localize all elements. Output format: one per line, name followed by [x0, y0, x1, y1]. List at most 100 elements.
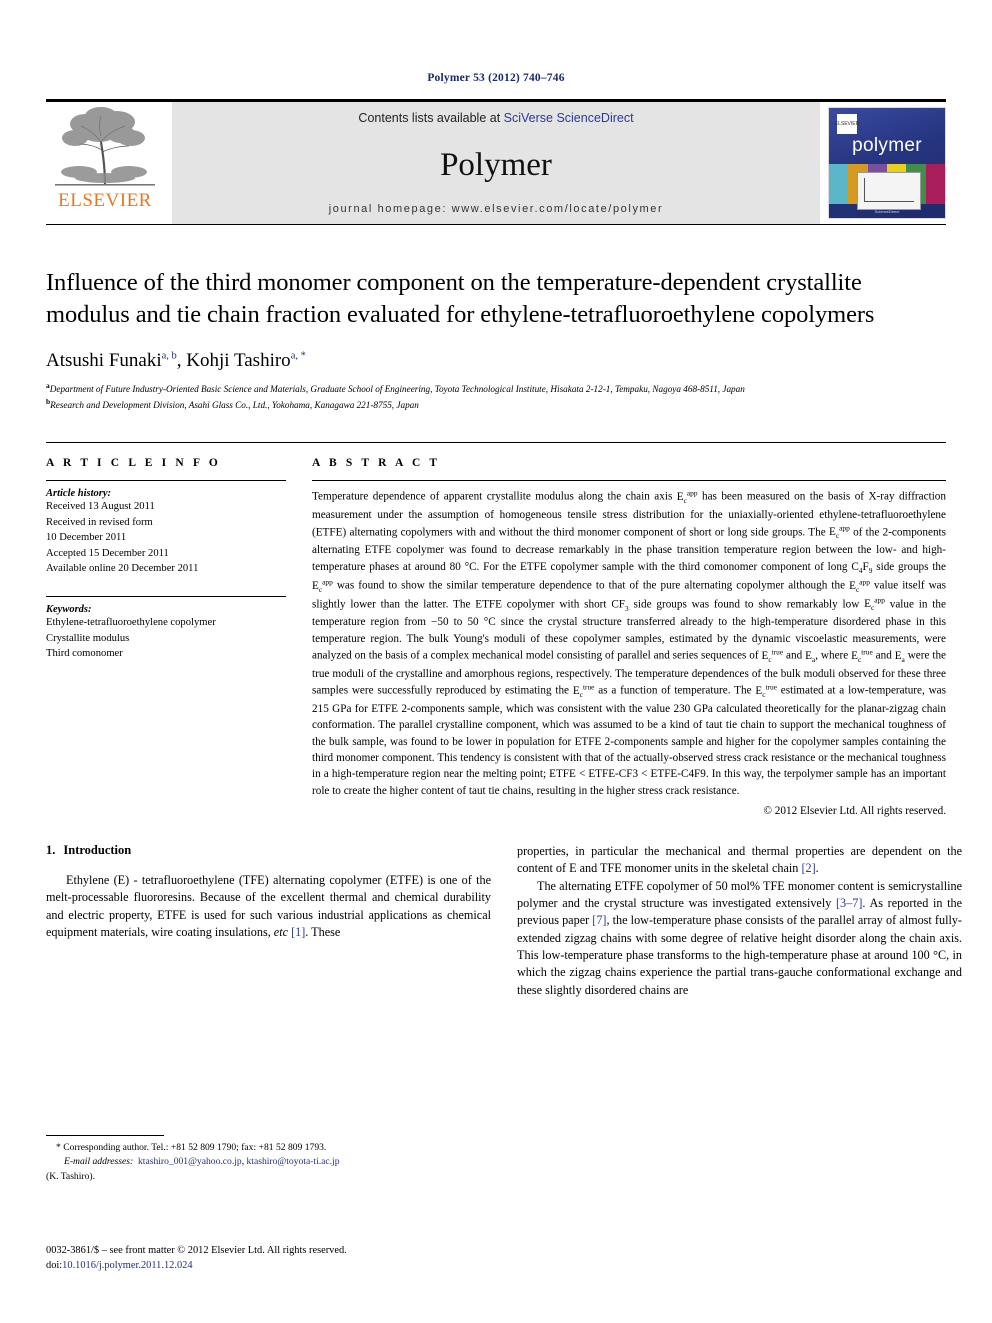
author-affil-mark: a, *	[290, 350, 306, 362]
author-affil-mark: a, b	[161, 350, 177, 362]
abstract-part: side groups was found to show remarkably…	[628, 598, 865, 611]
abstract-part: side groups the	[872, 560, 946, 573]
symbol-ec-true: Ectrue	[572, 682, 595, 700]
paragraph-text: .	[815, 861, 819, 876]
abstract-copyright: © 2012 Elsevier Ltd. All rights reserved…	[763, 804, 947, 817]
abstract-part: and	[872, 649, 895, 662]
cover-footer-text: ScienceDirect	[874, 209, 900, 214]
elsevier-wordmark: ELSEVIER	[58, 190, 152, 211]
journal-homepage-link[interactable]: journal homepage: www.elsevier.com/locat…	[172, 203, 820, 215]
body-column-right: properties, in particular the mechanical…	[517, 843, 962, 999]
symbol-ea: Ea	[894, 649, 905, 664]
issn-footer: 0032-3861/$ – see front matter © 2012 El…	[46, 1243, 506, 1273]
symbol-ec-app: Ecapp	[828, 523, 850, 541]
citation-link[interactable]: [1]	[291, 925, 305, 939]
author-list: Atsushi Funakia, b, Kohji Tashiroa, *	[46, 349, 306, 371]
paragraph: The alternating ETFE copolymer of 50 mol…	[517, 878, 962, 999]
title-block: Influence of the third monomer component…	[46, 267, 946, 412]
article-info-column: A R T I C L E I N F O Article history: R…	[46, 457, 286, 817]
article-history-list: Received 13 August 2011 Received in revi…	[46, 499, 286, 576]
history-item: Available online 20 December 2011	[46, 562, 199, 574]
cover-strip-cell	[829, 164, 849, 204]
divider	[46, 480, 286, 482]
page-title: Influence of the third monomer component…	[46, 269, 875, 329]
email-label: E-mail addresses:	[64, 1156, 134, 1168]
abstract-part: as a function of temperature. The	[594, 684, 756, 697]
symbol-ec-app: Ecapp	[864, 595, 885, 613]
keywords-block: Keywords: Ethylene-tetrafluoroethylene c…	[46, 604, 286, 661]
doi-line: doi:10.1016/j.polymer.2011.12.024	[46, 1258, 506, 1273]
divider	[46, 596, 286, 598]
cover-publisher-badge: ELSEVIER	[835, 114, 859, 134]
footnote-divider	[46, 1135, 164, 1136]
cover-journal-title: polymer	[852, 135, 922, 156]
abstract-part: and	[783, 649, 806, 662]
article-info-heading: A R T I C L E I N F O	[46, 457, 221, 470]
cover-inset-chart	[857, 172, 921, 210]
email-link-primary[interactable]: ktashiro_001@yahoo.co.jp	[138, 1156, 242, 1167]
journal-cover-thumbnail: ELSEVIER polymer ScienceDirect	[828, 107, 946, 219]
keyword-item: Ethylene-tetrafluoroethylene copolymer	[46, 617, 216, 629]
symbol-ea: Ea	[805, 649, 816, 664]
affiliation-a: aDepartment of Future Industry-Oriented …	[46, 381, 946, 396]
footnote-area: * Corresponding author. Tel.: +81 52 809…	[46, 1135, 491, 1184]
abstract-heading: A B S T R A C T	[312, 457, 441, 470]
author-name[interactable]: Atsushi Funaki	[46, 350, 162, 371]
abstract-text: Temperature dependence of apparent cryst…	[312, 488, 946, 799]
citation-link[interactable]: [2]	[801, 861, 815, 875]
paragraph-text: . These	[305, 924, 341, 939]
corresponding-author-text: * Corresponding author. Tel.: +81 52 809…	[56, 1142, 327, 1153]
history-item: Accepted 15 December 2011	[46, 547, 169, 559]
email-link-secondary[interactable]: ktashiro@toyota-ti.ac.jp	[247, 1156, 340, 1167]
affiliation-b: bResearch and Development Division, Asah…	[46, 397, 946, 412]
abstract-part: , where	[815, 649, 852, 662]
symbol-ec-true: Ectrue	[851, 647, 873, 664]
symbol-ec-app: Ecapp	[849, 576, 870, 594]
citation-link[interactable]: [7]	[592, 913, 606, 927]
keyword-item: Third comonomer	[46, 647, 123, 659]
abstract-part: estimated at a low-temperature, was 215 …	[312, 684, 946, 797]
history-item: 10 December 2011	[46, 532, 127, 544]
running-head: Polymer 53 (2012) 740–746	[427, 72, 565, 84]
symbol-ec-true: Ectrue	[761, 647, 784, 664]
corresponding-author-name: (K. Tashiro).	[46, 1170, 95, 1182]
author-name[interactable]: Kohji Tashiro	[186, 350, 290, 371]
paragraph: properties, in particular the mechanical…	[517, 843, 962, 878]
article-history-label: Article history:	[46, 488, 112, 500]
symbol-ec-app: Ecapp	[676, 488, 698, 506]
abstract-part: was found to show the similar temperatur…	[332, 579, 850, 592]
history-item: Received 13 August 2011	[46, 501, 155, 513]
body-column-left: 1. Introduction Ethylene (E) - tetrafluor…	[46, 843, 491, 999]
keywords-label: Keywords:	[46, 604, 92, 616]
symbol-ec-app: Ecapp	[312, 576, 333, 594]
keywords-list: Ethylene-tetrafluoroethylene copolymer C…	[46, 615, 286, 661]
doi-link[interactable]: 10.1016/j.polymer.2011.12.024	[62, 1260, 192, 1271]
section-title: Introduction	[63, 842, 132, 857]
citation-link[interactable]: [3–7]	[836, 896, 862, 910]
divider	[312, 480, 946, 482]
masthead-center: Contents lists available at SciVerse Sci…	[172, 102, 820, 224]
corresponding-author-footnote: * Corresponding author. Tel.: +81 52 809…	[46, 1141, 491, 1184]
affiliation-text: Research and Development Division, Asahi…	[50, 400, 419, 411]
affiliation-text: Department of Future Industry-Oriented B…	[49, 383, 745, 394]
history-item: Received in revised form	[46, 516, 153, 528]
sciencedirect-link[interactable]: SciVerse ScienceDirect	[504, 111, 634, 125]
paragraph-text: properties, in particular the mechanical…	[517, 843, 962, 876]
paragraph-text: Ethylene (E) - tetrafluoroethylene (TFE)…	[46, 872, 491, 939]
body-columns: 1. Introduction Ethylene (E) - tetrafluor…	[46, 843, 962, 999]
contents-prefix: Contents lists available at	[358, 111, 504, 125]
section-number: 1.	[46, 842, 56, 857]
section-heading-introduction: 1. Introduction	[46, 843, 491, 858]
elsevier-tree-icon	[55, 107, 155, 186]
keyword-item: Crystallite modulus	[46, 632, 130, 644]
doi-label: doi:	[46, 1260, 63, 1272]
abstract-part: Temperature dependence of apparent cryst…	[312, 491, 677, 504]
journal-title: Polymer	[440, 146, 552, 183]
journal-masthead: ELSEVIER Contents lists available at Sci…	[46, 99, 946, 225]
paragraph-italic: etc	[273, 924, 289, 939]
info-abstract-region: A R T I C L E I N F O Article history: R…	[46, 442, 946, 817]
article-page: Polymer 53 (2012) 740–746 ELSEVIER Conte…	[0, 0, 992, 1323]
contents-available-line: Contents lists available at SciVerse Sci…	[172, 111, 820, 125]
paragraph: Ethylene (E) - tetrafluoroethylene (TFE)…	[46, 872, 491, 941]
abstract-column: A B S T R A C T Temperature dependence o…	[312, 457, 946, 817]
